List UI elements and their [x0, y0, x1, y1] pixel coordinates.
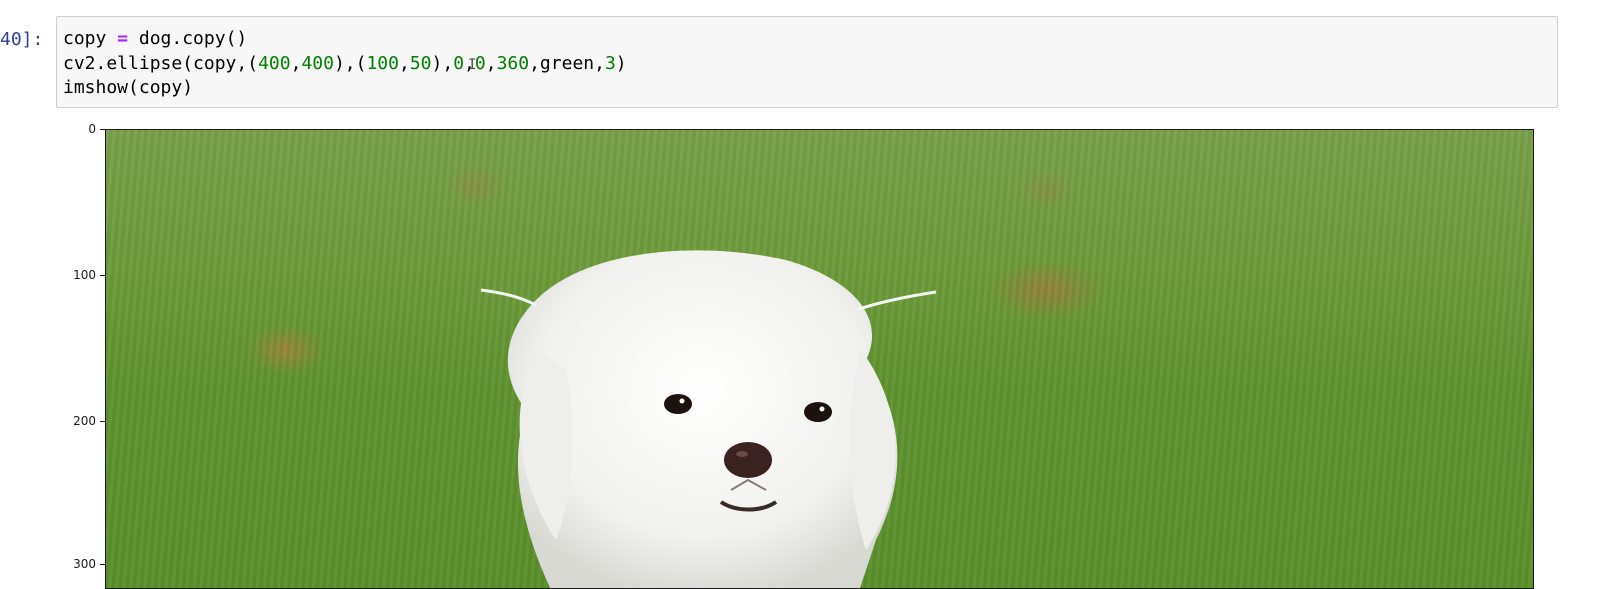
code-token: 50 — [409, 52, 432, 74]
y-tick-label-0: 0 — [88, 122, 96, 136]
code-token: , — [485, 52, 497, 74]
code-token: 3 — [604, 52, 616, 74]
code-token: ),( — [333, 52, 367, 74]
cell-output: 0 100 200 300 — [0, 110, 1603, 589]
imshow-output-image — [105, 129, 1534, 589]
code-token: dog.copy() — [128, 28, 248, 49]
code-token: 360 — [496, 52, 530, 74]
code-token: 100 — [366, 52, 399, 74]
code-line: imshow(copy) — [63, 76, 1551, 101]
y-tick-label-200: 200 — [73, 414, 96, 428]
code-cell-input[interactable]: copy = dog.copy() cv2.ellipse(copy,(400,4… — [56, 16, 1558, 108]
input-prompt: 40]: — [0, 29, 44, 50]
code-line: copy = dog.copy() — [63, 27, 1551, 52]
code-token: = — [117, 28, 129, 49]
dog-illustration — [480, 250, 937, 588]
code-line: cv2.ellipse(copy,(400,400),(100,50),0,0,… — [63, 52, 1551, 77]
code-token: 0 — [453, 52, 465, 74]
y-tick-label-300: 300 — [73, 557, 96, 571]
code-token: ,green, — [529, 52, 605, 74]
code-token: cv2.ellipse(copy,( — [63, 52, 259, 74]
code-token: ) — [615, 52, 627, 74]
code-token: ), — [431, 52, 454, 74]
code-token: 400 — [258, 52, 291, 74]
y-tick-label-100: 100 — [73, 268, 96, 282]
code-token: imshow(copy) — [63, 77, 194, 98]
code-token: , — [290, 52, 302, 74]
code-token: , — [398, 52, 410, 74]
text-cursor-icon: I — [468, 57, 477, 73]
code-token: 400 — [301, 52, 334, 74]
code-token: copy — [63, 28, 118, 49]
code-editor[interactable]: copy = dog.copy() cv2.ellipse(copy,(400,4… — [57, 17, 1557, 111]
